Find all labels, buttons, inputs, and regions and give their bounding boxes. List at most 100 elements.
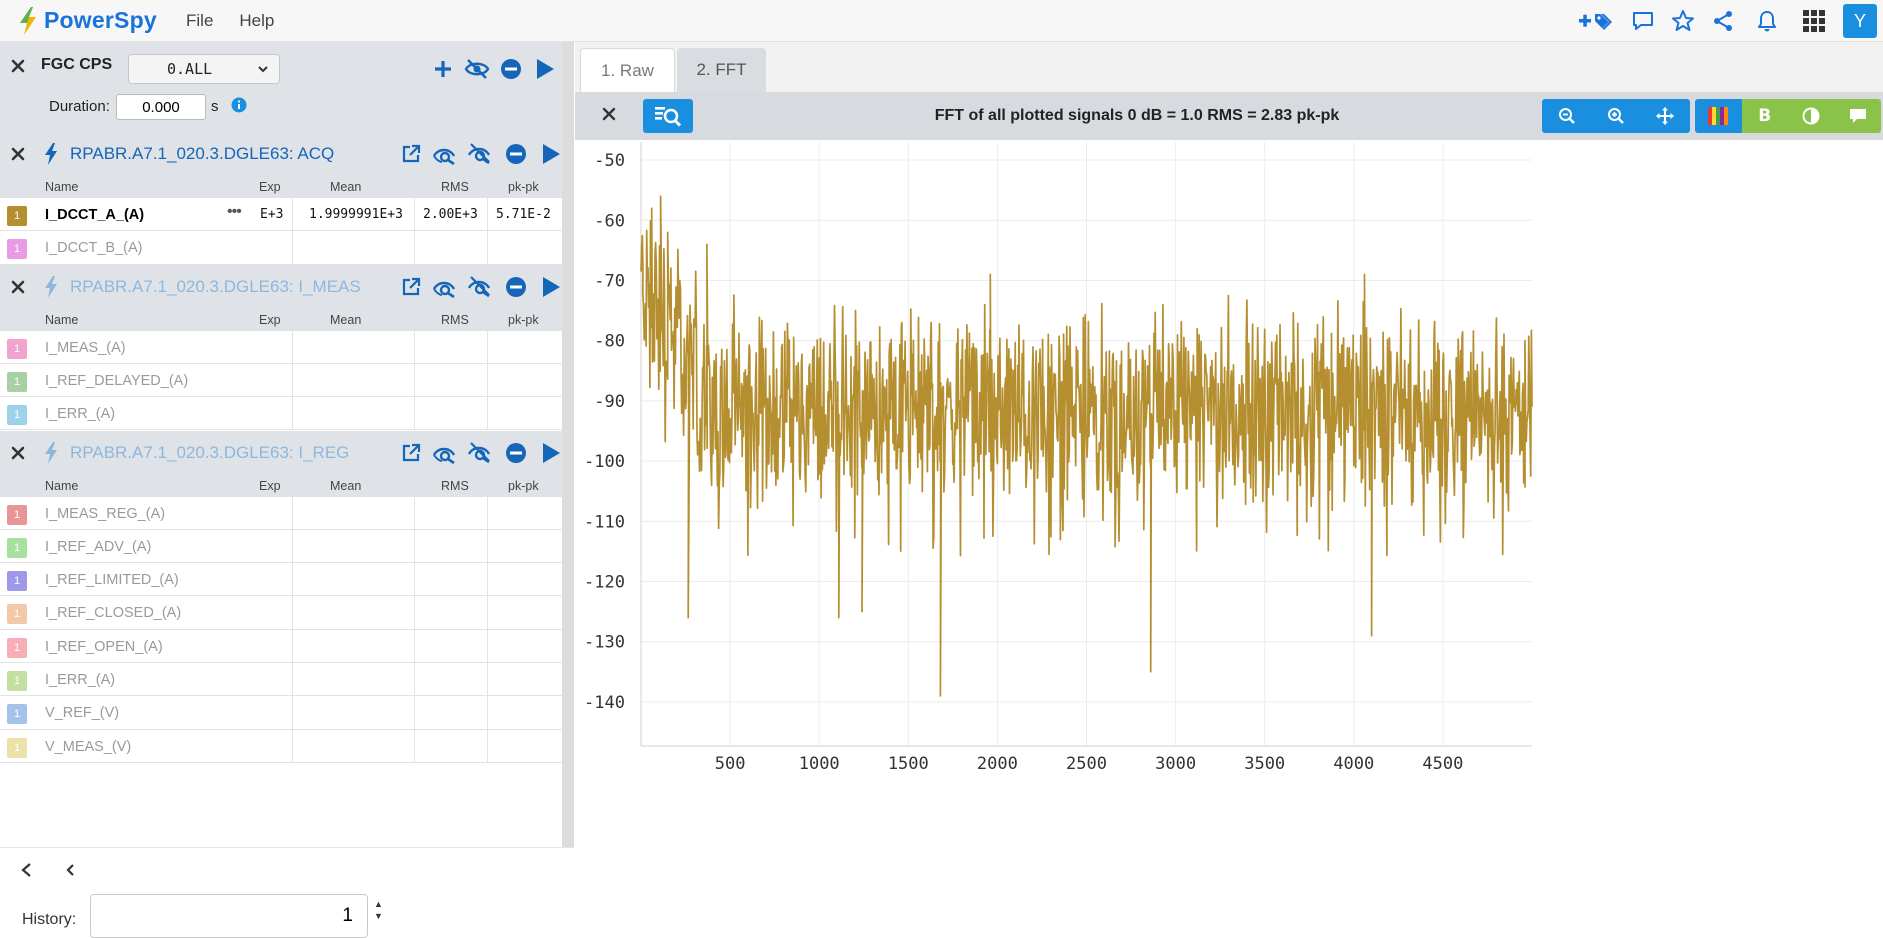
signal-row[interactable]: 1 I_MEAS_REG_(A) xyxy=(0,496,562,530)
collapse-panel-button[interactable] xyxy=(66,864,76,876)
fft-chart[interactable]: -50 -60 -70 -80 -90 -100 -110 -120 -130 -140 500 10… xyxy=(575,140,1883,937)
open-external-button[interactable] xyxy=(393,140,428,168)
hide-signals-button[interactable] xyxy=(463,439,498,467)
tab-fft[interactable]: 2. FFT xyxy=(677,48,766,92)
remove-all-button[interactable] xyxy=(494,55,528,83)
hide-all-button[interactable] xyxy=(460,55,494,83)
remove-group-button[interactable] xyxy=(8,277,28,297)
play-button[interactable] xyxy=(528,55,562,83)
zoom-out-button[interactable] xyxy=(1542,99,1591,133)
remove-signals-button[interactable] xyxy=(498,273,533,301)
signal-color-swatch[interactable]: 1 xyxy=(7,371,27,392)
signal-color-swatch[interactable]: 1 xyxy=(7,504,27,525)
signal-row[interactable]: 1 I_REF_ADV_(A) xyxy=(0,529,562,564)
swatch-badge: 1 xyxy=(13,641,21,654)
open-external-button[interactable] xyxy=(393,273,428,301)
duration-input[interactable] xyxy=(116,94,206,120)
history-stepper[interactable]: ▲ ▼ xyxy=(374,898,383,922)
remove-signals-button[interactable] xyxy=(498,140,533,168)
remove-group-button[interactable] xyxy=(8,443,28,463)
remove-source-button[interactable] xyxy=(8,56,28,76)
show-signals-button[interactable] xyxy=(428,140,463,168)
y-tick-label: -60 xyxy=(594,211,625,231)
signal-row[interactable]: 1 I_ERR_(A) xyxy=(0,662,562,697)
signal-row[interactable]: 1 I_ERR_(A) xyxy=(0,397,562,431)
bold-lines-button[interactable]: B xyxy=(1741,99,1788,133)
signal-color-swatch[interactable]: 1 xyxy=(7,571,27,592)
zoom-in-icon xyxy=(1607,108,1624,124)
contrast-button[interactable] xyxy=(1788,99,1835,133)
show-signals-button[interactable] xyxy=(428,439,463,467)
menu-file[interactable]: File xyxy=(186,11,213,31)
remove-signals-button[interactable] xyxy=(498,439,533,467)
add-tags-button[interactable] xyxy=(1571,0,1623,42)
hide-signals-button[interactable] xyxy=(463,273,498,301)
info-button[interactable] xyxy=(231,97,247,113)
signal-color-swatch[interactable]: 1 xyxy=(7,239,27,260)
color-palette-button[interactable] xyxy=(1695,99,1742,133)
signal-color-swatch[interactable]: 1 xyxy=(7,206,27,226)
close-icon xyxy=(11,59,25,73)
signal-color-swatch[interactable]: 1 xyxy=(7,637,27,658)
signal-options-button[interactable]: ••• xyxy=(227,203,242,221)
brand[interactable]: PowerSpy xyxy=(18,6,186,35)
signal-row[interactable]: 1 I_REF_LIMITED_(A) xyxy=(0,563,562,597)
swatch-badge: 1 xyxy=(13,508,21,521)
signal-row[interactable]: 1 V_REF_(V) xyxy=(0,696,562,730)
signal-color-swatch[interactable]: 1 xyxy=(7,338,27,359)
signal-name: I_REF_ADV_(A) xyxy=(45,538,152,555)
y-tick-label: -130 xyxy=(584,633,625,653)
collapse-all-button[interactable] xyxy=(20,862,34,878)
signal-row[interactable]: 1 I_DCCT_A_(A) ••• E+3 1.9999991E+3 2.00… xyxy=(0,198,562,232)
y-tick-label: -100 xyxy=(584,452,625,472)
x-tick-label: 3500 xyxy=(1244,754,1285,774)
close-plot-button[interactable] xyxy=(601,106,617,122)
signal-exp: E+3 xyxy=(260,207,284,222)
open-external-button[interactable] xyxy=(393,439,428,467)
panel-scrollbar[interactable] xyxy=(562,42,574,847)
hide-signals-button[interactable] xyxy=(463,140,498,168)
column-header: Name Exp Mean RMS pk-pk xyxy=(0,308,562,331)
chart-axes: -50 -60 -70 -80 -90 -100 -110 -120 -130 -140 500 10… xyxy=(584,142,1532,774)
apps-button[interactable] xyxy=(1791,0,1837,42)
share-icon xyxy=(1714,11,1732,31)
annotation-button[interactable] xyxy=(1834,99,1881,133)
x-tick-label: 500 xyxy=(715,754,746,774)
stepper-down-icon[interactable]: ▼ xyxy=(374,910,383,922)
show-signals-button[interactable] xyxy=(428,273,463,301)
signal-color-swatch[interactable]: 1 xyxy=(7,670,27,691)
signal-row[interactable]: 1 I_REF_DELAYED_(A) xyxy=(0,363,562,398)
signal-name: V_MEAS_(V) xyxy=(45,738,132,755)
swatch-badge: 1 xyxy=(13,375,21,388)
zoom-in-button[interactable] xyxy=(1591,99,1640,133)
stepper-up-icon[interactable]: ▲ xyxy=(374,898,383,910)
signal-row[interactable]: 1 I_MEAS_(A) xyxy=(0,330,562,364)
signal-row[interactable]: 1 I_REF_OPEN_(A) xyxy=(0,629,562,663)
signal-row[interactable]: 1 V_MEAS_(V) xyxy=(0,729,562,763)
pan-button[interactable] xyxy=(1641,99,1690,133)
col-pkpk: pk-pk xyxy=(508,478,539,493)
remove-group-button[interactable] xyxy=(8,144,28,164)
history-input[interactable] xyxy=(90,894,368,938)
signal-search-button[interactable] xyxy=(643,99,693,133)
fft-chart-svg[interactable]: -50 -60 -70 -80 -90 -100 -110 -120 -130 -140 500 10… xyxy=(575,140,1883,937)
signal-color-swatch[interactable]: 1 xyxy=(7,604,27,625)
add-signal-button[interactable] xyxy=(426,55,460,83)
source-selector[interactable]: 0.ALL xyxy=(128,54,280,84)
swatch-badge: 1 xyxy=(13,210,21,222)
menu-help[interactable]: Help xyxy=(239,11,274,31)
share-button[interactable] xyxy=(1703,0,1743,42)
user-avatar[interactable]: Y xyxy=(1843,4,1877,38)
signal-row[interactable]: 1 I_DCCT_B_(A) xyxy=(0,231,562,265)
signal-color-swatch[interactable]: 1 xyxy=(7,704,27,725)
signal-color-swatch[interactable]: 1 xyxy=(7,537,27,558)
group-title: RPABR.A7.1_020.3.DGLE63: I_REG xyxy=(70,442,350,462)
tab-raw[interactable]: 1. Raw xyxy=(580,48,675,92)
x-tick-label: 4500 xyxy=(1422,754,1463,774)
signal-color-swatch[interactable]: 1 xyxy=(7,405,27,426)
notifications-button[interactable] xyxy=(1743,0,1791,42)
signal-color-swatch[interactable]: 1 xyxy=(7,737,27,758)
favorite-button[interactable] xyxy=(1663,0,1703,42)
signal-row[interactable]: 1 I_REF_CLOSED_(A) xyxy=(0,596,562,630)
comment-button[interactable] xyxy=(1623,0,1663,42)
